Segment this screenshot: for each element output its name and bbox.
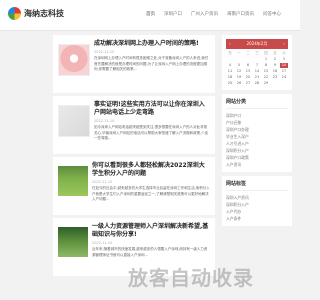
calendar-day (271, 81, 279, 86)
logo-icon (8, 7, 21, 20)
article-item[interactable]: 成功解决深圳网上办理入户时间的策略! 2022-11-10 在深圳网上办理入户时… (53, 35, 215, 93)
site-logo[interactable]: 海纳志科技 (8, 7, 64, 20)
calendar-day[interactable]: 26 (235, 81, 243, 86)
calendar-day[interactable]: 11 (226, 69, 234, 74)
calendar-day[interactable]: 9 (271, 63, 279, 68)
category-link[interactable]: 入户资讯 (226, 161, 288, 168)
calendar-day[interactable]: 7 (253, 63, 261, 68)
nav-item-guangzhou[interactable]: 广州入户资讯 (191, 11, 218, 17)
tag-link[interactable]: 深圳入户资讯 (226, 194, 288, 201)
calendar-day[interactable]: 17 (280, 69, 288, 74)
calendar-weekday: 三 (255, 51, 259, 55)
categories-list: 深圳户口 户口迁移 深圳户口办理 毕业生入深户 人才引进入户 深圳积分入户 深圳户口政策 入户… (226, 112, 288, 168)
calendar-header: ‹ 2024年2月 › (226, 39, 288, 49)
article-title[interactable]: 一级人力资源管理师入户深圳解决新希望,基础知识与你分享! (92, 223, 210, 239)
calendar-day[interactable]: 5 (235, 63, 243, 68)
calendar-day (244, 57, 252, 62)
calendar-weekday: 二 (246, 51, 250, 55)
nav-item-shenzhen[interactable]: 深圳户口 (164, 11, 182, 17)
calendar-weekday: 一 (237, 51, 241, 55)
calendar-day[interactable]: 14 (253, 69, 261, 74)
site-name: 海纳志科技 (24, 9, 64, 18)
nav-item-qa[interactable]: 问答中心 (263, 11, 281, 17)
article-thumbnail[interactable] (58, 166, 88, 196)
calendar-weekday: 四 (264, 51, 268, 55)
article-summary: 近年来,随着城市的快速发展,越来越多的人想要入户深圳,而持有一级人力资源管理师证… (92, 247, 208, 257)
calendar-day (226, 57, 234, 62)
calendar-widget: ‹ 2024年2月 › 日一二三四五六 1 2 3 4 5 6 7 8 9 10 11 12 13 14 15… (222, 35, 292, 90)
article-summary: 在深圳网上办理入户时间有很多困难之处,对于准备深圳入户的人来说,我们首先要解决的… (94, 56, 209, 71)
calendar-day[interactable]: 27 (244, 81, 252, 86)
calendar-day[interactable]: 19 (235, 75, 243, 80)
article-date: 2022-11-10 (94, 119, 115, 123)
calendar-day[interactable]: 16 (271, 69, 279, 74)
article-date: 2022-11-10 (92, 241, 113, 245)
tags-widget: 网站标签 深圳入户资讯 深圳积分入户 入户代办 入户条件 (222, 176, 292, 226)
tag-link[interactable]: 深圳积分入户 (226, 201, 288, 208)
category-link[interactable]: 人才引进入户 (226, 140, 288, 147)
calendar-month: 2024年2月 (246, 41, 268, 46)
article-date: 2022-11-10 (94, 50, 115, 54)
article-title[interactable]: 成功解决深圳网上办理入户时间的策略! (94, 40, 210, 48)
article-title[interactable]: 事实证明!这些实用方法可以让你在深圳入户网站电话上少走弯路 (94, 101, 210, 117)
calendar-day[interactable]: 20 (244, 75, 252, 80)
categories-widget: 网站分类 深圳户口 户口迁移 深圳户口办理 毕业生入深户 人才引进入户 深圳积分入户 深圳户… (222, 94, 292, 172)
tag-link[interactable]: 入户代办 (226, 208, 288, 215)
category-link[interactable]: 户口迁移 (226, 119, 288, 126)
calendar-day[interactable]: 23 (271, 75, 279, 80)
calendar-day[interactable]: 24 (280, 75, 288, 80)
calendar-day[interactable]: 4 (226, 63, 234, 68)
category-link[interactable]: 深圳户口政策 (226, 154, 288, 161)
calendar-weekday: 日 (228, 51, 232, 55)
nav-item-hainan[interactable]: 海南户口资讯 (227, 11, 254, 17)
category-link[interactable]: 深圳积分入户 (226, 147, 288, 154)
calendar-day[interactable]: 12 (235, 69, 243, 74)
calendar-day[interactable]: 13 (244, 69, 252, 74)
category-link[interactable]: 深圳户口办理 (226, 126, 288, 133)
article-item[interactable]: 事实证明!这些实用方法可以让你在深圳入户网站电话上少走弯路 2022-11-10… (53, 96, 215, 154)
sidebar: ‹ 2024年2月 › 日一二三四五六 1 2 3 4 5 6 7 8 9 10 11 12 13 14 15… (222, 35, 292, 230)
watermark: 放客自动收录 (128, 266, 254, 290)
calendar-day[interactable]: 22 (262, 75, 270, 80)
calendar-day[interactable]: 25 (226, 81, 234, 86)
nav-item-home[interactable]: 首页 (146, 11, 155, 17)
calendar-weekday: 六 (282, 51, 286, 55)
calendar-day[interactable]: 28 (253, 81, 261, 86)
calendar-day[interactable]: 18 (226, 75, 234, 80)
tags-title: 网站标签 (226, 180, 288, 191)
calendar-day[interactable]: 15 (262, 69, 270, 74)
article-summary: 如今深圳入户网站电话越来越受到关注,很多想要在深圳入户的人对此非常关心,毕竟深圳… (94, 125, 209, 140)
category-link[interactable]: 毕业生入深户 (226, 133, 288, 140)
article-date: 2022-11-10 (92, 180, 113, 184)
calendar-day (235, 57, 243, 62)
calendar-day[interactable]: 29 (262, 81, 270, 86)
calendar-day (253, 57, 261, 62)
categories-title: 网站分类 (226, 98, 288, 109)
tags-list: 深圳入户资讯 深圳积分入户 入户代办 入户条件 (226, 194, 288, 222)
article-item[interactable]: 你可以看到很多人都轻松解决2022深圳大学生积分入户的问题 2022-11-10… (53, 157, 215, 215)
calendar-day[interactable]: 8 (262, 63, 270, 68)
article-thumbnail[interactable] (58, 105, 90, 137)
calendar-day[interactable]: 1 (262, 57, 270, 62)
calendar-day[interactable]: 3 (280, 57, 288, 62)
calendar-day[interactable]: 6 (244, 63, 252, 68)
calendar-day[interactable]: 2 (271, 57, 279, 62)
article-thumbnail[interactable] (58, 227, 88, 257)
article-summary: 在如今的社会中,越来越多的大学生选择毕业后留在深圳工作和生活,而积分入户就是大学… (92, 186, 210, 201)
category-link[interactable]: 深圳户口 (226, 112, 288, 119)
calendar-grid: 日一二三四五六 1 2 3 4 5 6 7 8 9 10 11 12 13 14 15 16 17 18 19 20 21… (226, 51, 288, 86)
calendar-day (280, 81, 288, 86)
main-nav: 首页 深圳户口 广州入户资讯 海南户口资讯 问答中心 (146, 11, 281, 17)
calendar-day[interactable]: 21 (253, 75, 261, 80)
tag-link[interactable]: 入户条件 (226, 215, 288, 222)
article-thumbnail[interactable] (58, 44, 90, 76)
top-navbar: 海纳志科技 首页 深圳户口 广州入户资讯 海南户口资讯 问答中心 (0, 0, 300, 31)
calendar-prev-icon[interactable]: ‹ (229, 41, 231, 47)
article-title[interactable]: 你可以看到很多人都轻松解决2022深圳大学生积分入户的问题 (92, 162, 210, 178)
calendar-day[interactable]: 10 (280, 63, 288, 68)
calendar-next-icon[interactable]: › (283, 41, 285, 47)
article-list: 成功解决深圳网上办理入户时间的策略! 2022-11-10 在深圳网上办理入户时… (53, 35, 215, 279)
calendar-weekday: 五 (273, 51, 277, 55)
